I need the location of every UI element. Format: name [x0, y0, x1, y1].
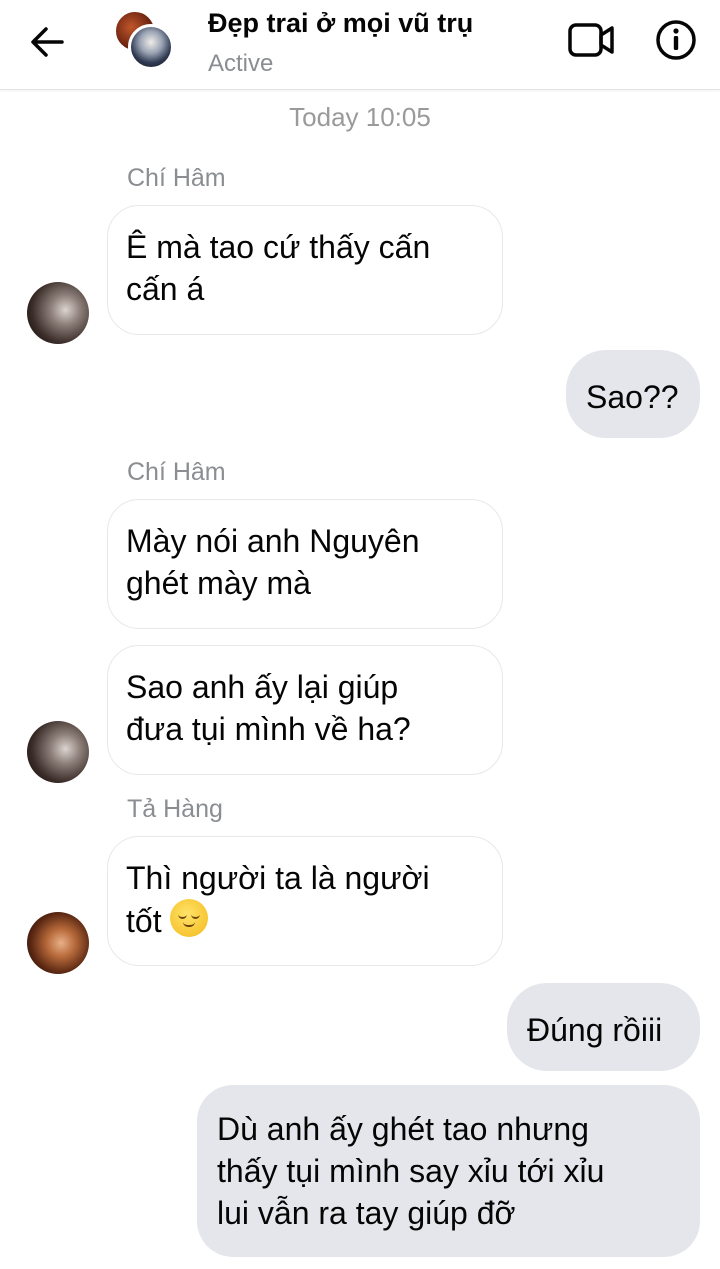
video-call-button[interactable]: [566, 20, 618, 60]
active-status: Active: [208, 50, 274, 77]
conversation-timestamp: Today 10:05: [289, 102, 431, 132]
message-line: Đúng rồiii: [527, 1012, 663, 1048]
message-line: Thì người ta là người: [126, 860, 430, 896]
message-bubble-outgoing[interactable]: Đúng rồiii: [507, 983, 700, 1071]
avatar: [128, 24, 174, 70]
message-bubble-incoming[interactable]: Thì người ta là người tốt: [107, 836, 503, 966]
message-line: Dù anh ấy ghét tao nhưng: [217, 1111, 589, 1147]
info-icon: [656, 20, 696, 60]
group-avatar[interactable]: [114, 10, 178, 70]
message-line: thấy tụi mình say xỉu tới xỉu: [217, 1153, 605, 1189]
sender-name: Tả Hàng: [127, 795, 223, 823]
avatar[interactable]: [27, 721, 89, 783]
message-line: lui vẫn ra tay giúp đỡ: [217, 1195, 516, 1231]
message-bubble-outgoing[interactable]: Sao??: [566, 350, 700, 438]
message-line: Sao anh ấy lại giúp: [126, 669, 399, 705]
avatar[interactable]: [27, 912, 89, 974]
message-line: cấn á: [126, 271, 205, 307]
message-line: Ê mà tao cứ thấy cấn: [126, 229, 431, 265]
video-camera-icon: [568, 23, 614, 57]
message-bubble-outgoing[interactable]: Dù anh ấy ghét tao nhưng thấy tụi mình s…: [197, 1085, 700, 1257]
message-line: ghét mày mà: [126, 565, 311, 601]
sender-name: Chí Hâm: [127, 164, 226, 192]
avatar[interactable]: [27, 282, 89, 344]
sender-name: Chí Hâm: [127, 458, 226, 486]
message-line: đưa tụi mình về ha?: [126, 711, 411, 747]
message-bubble-incoming[interactable]: Mày nói anh Nguyên ghét mày mà: [107, 499, 503, 629]
arrow-left-icon: [31, 27, 64, 57]
message-line: Mày nói anh Nguyên: [126, 523, 420, 559]
relieved-face-emoji: [170, 899, 209, 937]
message-line: tốt: [126, 903, 162, 939]
message-bubble-incoming[interactable]: Ê mà tao cứ thấy cấn cấn á: [107, 205, 503, 335]
chat-title[interactable]: Đẹp trai ở mọi vũ trụ: [208, 8, 473, 39]
chat-header: Đẹp trai ở mọi vũ trụ Active: [0, 0, 720, 90]
info-button[interactable]: [654, 18, 698, 62]
message-line: tốt: [126, 899, 484, 942]
message-line: Sao??: [586, 379, 679, 415]
message-bubble-incoming[interactable]: Sao anh ấy lại giúp đưa tụi mình về ha?: [107, 645, 503, 775]
back-button[interactable]: [28, 24, 68, 60]
